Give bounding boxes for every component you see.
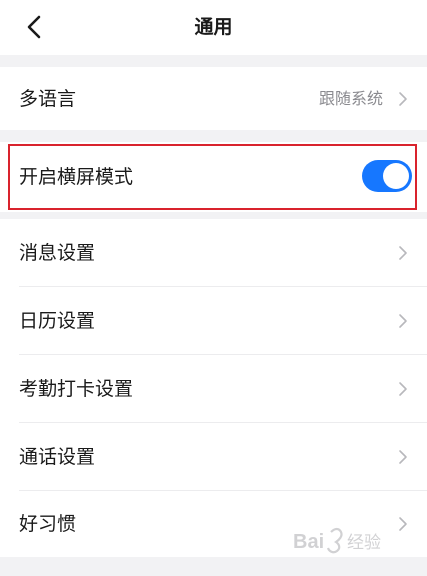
highlight-annotation-box xyxy=(8,144,417,210)
chevron-right-icon xyxy=(399,92,407,106)
attendance-settings-label: 考勤打卡设置 xyxy=(19,378,134,400)
settings-list-item[interactable]: 日历设置 xyxy=(0,287,427,354)
language-setting-row[interactable]: 多语言 跟随系统 xyxy=(0,67,427,130)
calendar-settings-label: 日历设置 xyxy=(19,310,96,332)
chevron-right-icon xyxy=(399,246,407,260)
settings-list-item[interactable]: 消息设置 xyxy=(0,219,427,286)
settings-list-group: 消息设置 日历设置 考勤打卡设置 通话设置 好习惯 xyxy=(0,219,427,557)
chevron-right-icon xyxy=(399,314,407,328)
page-title: 通用 xyxy=(194,16,233,38)
language-group: 多语言 跟随系统 xyxy=(0,67,427,130)
good-habits-label: 好习惯 xyxy=(19,513,77,535)
call-settings-label: 通话设置 xyxy=(19,446,96,468)
message-settings-label: 消息设置 xyxy=(19,242,96,264)
baidu-jingyan-watermark-logo: Bai 经验 xyxy=(293,527,381,554)
chevron-right-icon xyxy=(399,450,407,464)
chevron-right-icon xyxy=(399,382,407,396)
svg-text:经验: 经验 xyxy=(347,533,381,553)
language-value: 跟随系统 xyxy=(318,89,383,108)
nav-header: 通用 xyxy=(0,0,427,55)
settings-list-item[interactable]: 考勤打卡设置 xyxy=(0,355,427,422)
language-label: 多语言 xyxy=(19,88,77,110)
general-settings-page: 通用 多语言 跟随系统 开启横屏模式 消息设置 日历设置 考勤打卡设置 通话设置… xyxy=(0,0,427,576)
settings-list-item[interactable]: 通话设置 xyxy=(0,423,427,490)
svg-text:Bai: Bai xyxy=(293,531,324,553)
